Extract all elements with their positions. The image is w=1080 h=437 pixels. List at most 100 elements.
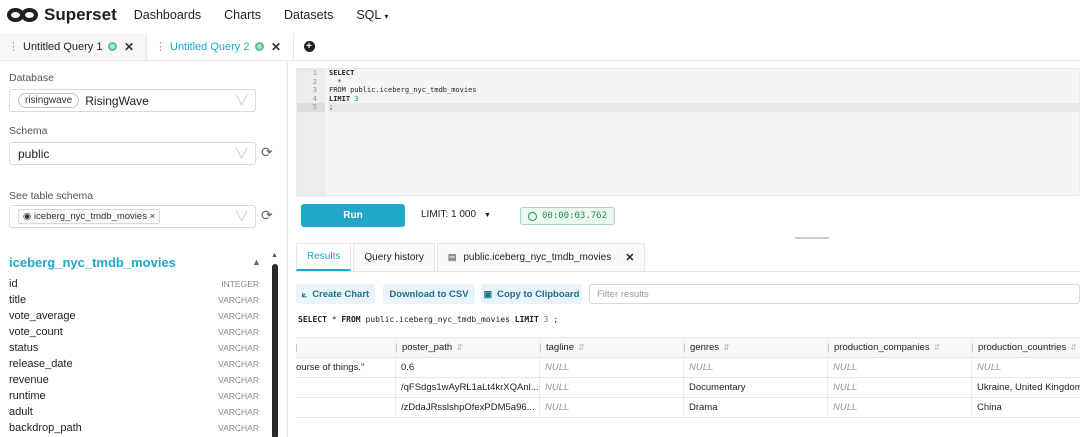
column-type: VARCHAR xyxy=(218,359,259,369)
refresh-icon[interactable]: ⟳ xyxy=(261,208,275,222)
sidebar-scrollbar[interactable]: ▲ xyxy=(271,252,278,437)
timer-value: 00:00:03.762 xyxy=(542,211,608,221)
code-line: * xyxy=(329,77,342,86)
table-cell: NULL xyxy=(977,362,1002,373)
resize-handle[interactable] xyxy=(795,237,829,239)
nav-datasets[interactable]: Datasets xyxy=(284,8,333,22)
sort-icon[interactable]: ⇵ xyxy=(456,343,463,352)
download-csv-button[interactable]: Download to CSV xyxy=(383,284,475,304)
column-row: status VARCHAR xyxy=(9,340,259,356)
table-title[interactable]: iceberg_nyc_tmdb_movies xyxy=(9,255,176,270)
column-name: runtime xyxy=(9,390,46,402)
table-cell: NULL xyxy=(540,378,684,397)
table-select[interactable]: ◉ iceberg_nyc_tmdb_movies × ╲╱ xyxy=(9,205,256,228)
collapse-icon[interactable]: ▲ xyxy=(252,257,261,267)
column-type: VARCHAR xyxy=(218,343,259,353)
code-area[interactable]: SELECT * FROM public.iceberg_nyc_tmdb_mo… xyxy=(329,69,1079,112)
table-header-cell[interactable] xyxy=(296,338,396,357)
chevron-down-icon: ╲╱ xyxy=(236,148,247,158)
table-icon: ▤ xyxy=(447,252,457,262)
run-button[interactable]: Run xyxy=(301,204,405,227)
table-cell: China xyxy=(977,402,1002,413)
table-cell: Documentary xyxy=(684,378,828,397)
schema-select[interactable]: public ╲╱ xyxy=(9,142,256,165)
table-cell: Ukraine, United Kingdom xyxy=(977,382,1080,393)
close-icon[interactable]: ✕ xyxy=(124,40,134,54)
status-success-icon xyxy=(255,42,265,51)
column-header: production_countries xyxy=(978,342,1067,353)
brand-name: Superset xyxy=(44,4,117,24)
table-cell: Drama xyxy=(684,398,828,417)
query-tab-1[interactable]: ⋮ Untitled Query 1 ✕ xyxy=(0,33,147,60)
query-tab-2[interactable]: ⋮ Untitled Query 2 ✕ xyxy=(147,33,294,60)
table-cell: NULL xyxy=(828,358,972,377)
nav-charts[interactable]: Charts xyxy=(224,8,261,22)
table-cell: NULL xyxy=(684,358,828,377)
table-cell: /zDdaJRsslshpOfexPDM5a96... xyxy=(396,398,540,417)
line-gutter: 1 2 3 4 5 xyxy=(297,69,325,197)
create-chart-label: Create Chart xyxy=(312,288,370,300)
status-success-icon xyxy=(108,42,118,51)
close-icon[interactable]: ✕ xyxy=(271,40,281,54)
code-line: FROM public.iceberg_nyc_tmdb_movies xyxy=(329,86,477,95)
database-badge: risingwave xyxy=(18,93,80,108)
sort-icon[interactable]: ⇵ xyxy=(1070,343,1077,352)
sql-keyword: LIMIT xyxy=(514,315,539,324)
column-row: release_date VARCHAR xyxy=(9,356,259,372)
sort-icon[interactable]: ⇵ xyxy=(934,343,941,352)
nav-sql[interactable]: SQL ▾ xyxy=(356,8,388,22)
close-icon[interactable]: ✕ xyxy=(625,251,634,264)
sort-icon[interactable]: ⇵ xyxy=(578,343,585,352)
table-header-cell[interactable]: genres ⇵ xyxy=(684,338,828,357)
column-name: title xyxy=(9,294,27,306)
database-select[interactable]: risingwave RisingWave ╲╱ xyxy=(9,89,256,112)
drag-handle-icon[interactable]: ⋮ xyxy=(8,40,19,53)
column-list: id INTEGER title VARCHAR vote_average VARCH… xyxy=(9,276,259,436)
plus-icon: + xyxy=(303,41,315,52)
table-header-cell[interactable]: production_companies ⇵ xyxy=(828,338,972,357)
line-number: 5 xyxy=(297,103,325,112)
limit-dropdown[interactable]: LIMIT: 1 000 ▼ xyxy=(421,209,491,220)
line-number: 2 xyxy=(312,77,317,86)
table-header-cell[interactable]: tagline ⇵ xyxy=(540,338,684,357)
copy-clipboard-button[interactable]: ▣ Copy to Clipboard xyxy=(481,284,582,304)
tabs-divider xyxy=(296,271,1080,272)
column-header: tagline xyxy=(546,342,574,353)
column-row: vote_count VARCHAR xyxy=(9,324,259,340)
filter-results-input[interactable]: Filter results xyxy=(589,284,1080,304)
chevron-down-icon: ╲╱ xyxy=(236,211,247,221)
scroll-up-icon[interactable]: ▲ xyxy=(271,252,278,259)
superset-logo[interactable]: Superset xyxy=(7,5,117,25)
tab-results[interactable]: Results xyxy=(296,243,352,271)
table-header-cell[interactable]: production_countries ⇵ xyxy=(972,338,1080,357)
scrollbar-thumb[interactable] xyxy=(272,264,278,437)
column-name: release_date xyxy=(9,358,73,370)
clock-icon xyxy=(528,211,537,221)
sort-icon[interactable]: ⇵ xyxy=(723,343,730,352)
sql-keyword: FROM xyxy=(341,315,361,324)
table-cell: NULL xyxy=(828,398,972,417)
copy-clipboard-label: Copy to Clipboard xyxy=(497,288,580,300)
column-name: revenue xyxy=(9,374,49,386)
create-chart-button[interactable]: ⟀ Create Chart xyxy=(296,284,375,304)
code-number: 3 xyxy=(354,94,359,103)
sql-text: public.iceberg_nyc_tmdb_movies xyxy=(360,315,515,324)
table-header-cell[interactable]: poster_path ⇵ xyxy=(396,338,540,357)
refresh-icon[interactable]: ⟳ xyxy=(261,145,275,159)
table-schema-label: See table schema xyxy=(9,190,94,202)
column-header: poster_path xyxy=(402,342,453,353)
tab-table-preview[interactable]: ▤ public.iceberg_nyc_tmdb_movies ✕ xyxy=(436,243,646,271)
tab-query-history[interactable]: Query history xyxy=(353,243,435,271)
add-tab-button[interactable]: + xyxy=(294,33,324,60)
column-row: backdrop_path VARCHAR xyxy=(9,420,259,436)
drag-handle-icon[interactable]: ⋮ xyxy=(155,40,166,53)
table-cell: 0.6 xyxy=(396,358,540,377)
column-name: vote_average xyxy=(9,310,76,322)
code-line: ; xyxy=(329,103,1079,112)
column-row: adult VARCHAR xyxy=(9,404,259,420)
sql-keyword: SELECT xyxy=(298,315,327,324)
nav-dashboards[interactable]: Dashboards xyxy=(134,8,201,22)
column-row: id INTEGER xyxy=(9,276,259,292)
chevron-down-icon: ▾ xyxy=(384,11,389,21)
sql-editor[interactable]: 1 2 3 4 5 SELECT * FROM public.iceberg_n… xyxy=(296,68,1080,197)
